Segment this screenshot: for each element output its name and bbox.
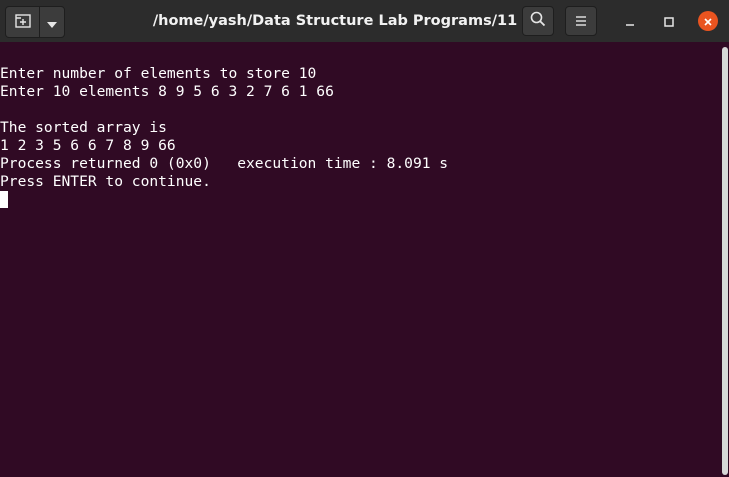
close-button[interactable] xyxy=(698,11,718,31)
new-tab-button[interactable] xyxy=(6,7,39,37)
menu-button[interactable] xyxy=(565,6,597,36)
terminal-line: Press ENTER to continue. xyxy=(0,173,211,190)
terminal-line: Process returned 0 (0x0) execution time … xyxy=(0,155,449,172)
chevron-down-icon xyxy=(47,13,57,32)
window-title: /home/yash/Data Structure Lab Programs/1… xyxy=(152,13,518,29)
terminal-line: Enter number of elements to store 10 xyxy=(0,65,317,82)
terminal-line: Enter 10 elements 8 9 5 6 3 2 7 6 1 66 xyxy=(0,83,334,100)
terminal-line: 1 2 3 5 6 6 7 8 9 66 xyxy=(0,137,176,154)
scrollbar-thumb[interactable] xyxy=(722,47,728,475)
close-icon xyxy=(703,12,713,31)
terminal-window: /home/yash/Data Structure Lab Programs/1… xyxy=(0,0,729,477)
search-button[interactable] xyxy=(522,6,554,36)
text-cursor xyxy=(0,191,8,208)
maximize-button[interactable] xyxy=(659,11,679,31)
title-bar: /home/yash/Data Structure Lab Programs/1… xyxy=(0,0,729,42)
search-icon xyxy=(530,11,546,31)
new-tab-icon xyxy=(14,13,31,32)
minimize-button[interactable] xyxy=(620,11,640,31)
maximize-icon xyxy=(664,12,674,31)
tab-menu-dropdown-button[interactable] xyxy=(39,7,64,37)
terminal-line: The sorted array is xyxy=(0,119,167,136)
scrollbar[interactable] xyxy=(720,42,729,477)
new-tab-button-group xyxy=(5,6,65,38)
hamburger-menu-icon xyxy=(575,12,587,31)
cursor-line xyxy=(0,191,720,209)
minimize-icon xyxy=(625,12,635,31)
terminal-output[interactable]: Enter number of elements to store 10 Ent… xyxy=(0,42,720,477)
